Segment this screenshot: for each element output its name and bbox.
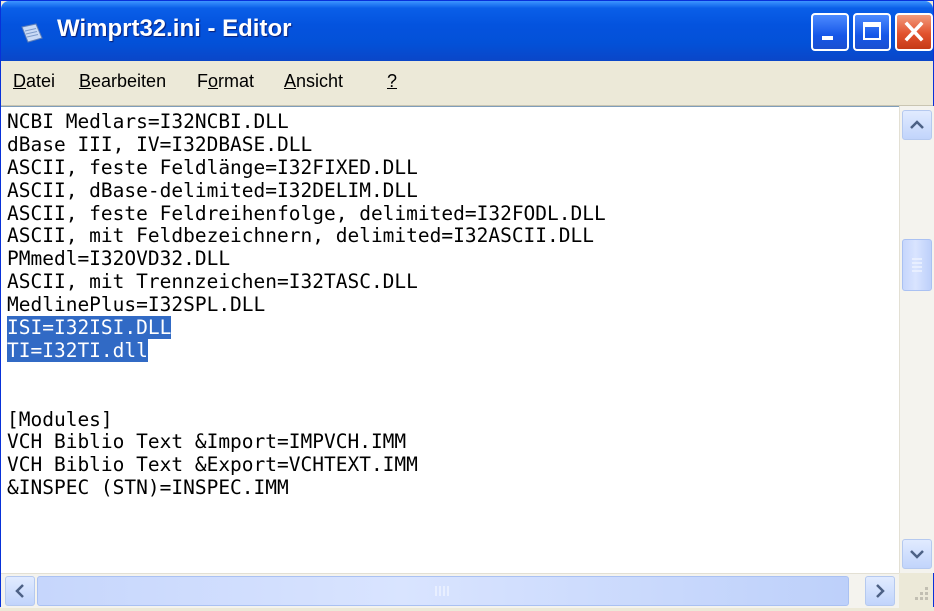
text-line: PMmedl=I32OVD32.DLL [7, 247, 897, 271]
editor-window: Wimprt32.ini - Editor Datei Bearbeiten F… [0, 0, 934, 608]
arrow-up-icon [910, 120, 924, 129]
minimize-button[interactable] [811, 13, 849, 51]
notepad-icon[interactable] [21, 23, 43, 43]
menu-bar: Datei Bearbeiten Format Ansicht ? [1, 61, 933, 106]
text-line-content: ASCII, mit Feldbezeichnern, delimited=I3… [7, 224, 594, 248]
text-line-content: ISI=I32ISI.DLL [7, 316, 172, 340]
menu-label: Datei [13, 71, 56, 91]
text-line-content: VCH Biblio Text &Export=VCHTEXT.IMM [7, 453, 418, 477]
text-line-content: VCH Biblio Text &Import=IMPVCH.IMM [7, 430, 407, 454]
arrow-left-icon [15, 584, 24, 598]
resize-grip-icon [915, 587, 928, 600]
scroll-down-button[interactable] [902, 539, 932, 569]
menu-bearbeiten[interactable]: Bearbeiten [79, 71, 166, 92]
text-content[interactable]: NCBI Medlars=I32NCBI.DLL dBase III, IV=I3… [7, 111, 897, 571]
menu-format[interactable]: Format [197, 71, 254, 92]
menu-ansicht[interactable]: Ansicht [284, 71, 343, 92]
text-line: TI=I32TI.dll [7, 338, 897, 363]
text-line: dBase III, IV=I32DBASE.DLL [7, 132, 897, 157]
maximize-button[interactable] [853, 13, 891, 51]
text-line: MedlinePlus=I32SPL.DLL [7, 293, 897, 317]
maximize-icon [863, 22, 881, 40]
window-title: Wimprt32.ini - Editor [57, 15, 292, 42]
menu-datei[interactable]: Datei [13, 71, 55, 92]
text-line-content: [Modules] [7, 407, 113, 431]
arrow-down-icon [910, 550, 924, 559]
text-line: ASCII, feste Feldreihenfolge, delimited=… [7, 201, 897, 226]
arrow-right-icon [876, 584, 885, 598]
horizontal-scroll-thumb[interactable] [37, 576, 849, 606]
text-line-content: TI=I32TI.dll [7, 338, 148, 362]
close-button[interactable] [895, 13, 933, 51]
text-line-content: ASCII, feste Feldlänge=I32FIXED.DLL [7, 155, 418, 179]
text-line-content: ASCII, feste Feldreihenfolge, delimited=… [7, 201, 606, 225]
grip-icon [435, 586, 449, 596]
menu-label: Format [197, 71, 255, 91]
text-line-content: MedlinePlus=I32SPL.DLL [7, 293, 266, 317]
text-line-content: &INSPEC (STN)=INSPEC.IMM [7, 476, 289, 500]
vertical-scroll-thumb[interactable] [902, 238, 932, 291]
text-line: ASCII, dBase-delimited=I32DELIM.DLL [7, 178, 897, 203]
vertical-scrollbar[interactable] [899, 106, 934, 573]
text-line: VCH Biblio Text &Export=VCHTEXT.IMM [7, 453, 897, 477]
menu-label: Ansicht [284, 71, 344, 91]
menu-help[interactable]: ? [387, 71, 397, 92]
text-line: &INSPEC (STN)=INSPEC.IMM [7, 476, 897, 500]
scroll-left-button[interactable] [5, 576, 35, 606]
text-line: ISI=I32ISI.DLL [7, 316, 897, 340]
text-line: VCH Biblio Text &Import=IMPVCH.IMM [7, 431, 897, 454]
text-editor[interactable]: NCBI Medlars=I32NCBI.DLL dBase III, IV=I3… [1, 106, 933, 573]
scroll-up-button[interactable] [902, 110, 932, 140]
text-line [7, 363, 897, 386]
resize-grip[interactable] [899, 573, 933, 607]
text-line-content: PMmedl=I32OVD32.DLL [7, 247, 231, 271]
text-line: NCBI Medlars=I32NCBI.DLL [7, 111, 897, 134]
text-line: ASCII, mit Feldbezeichnern, delimited=I3… [7, 225, 897, 248]
menu-label: ? [387, 71, 398, 91]
text-line [7, 386, 897, 409]
grip-icon [912, 257, 922, 272]
text-line-content: dBase III, IV=I32DBASE.DLL [7, 132, 313, 156]
text-line: ASCII, mit Trennzeichen=I32TASC.DLL [7, 270, 897, 294]
text-line: [Modules] [7, 407, 897, 432]
menu-label: Bearbeiten [79, 71, 167, 91]
horizontal-scrollbar[interactable] [1, 573, 899, 608]
text-line: ASCII, feste Feldlänge=I32FIXED.DLL [7, 155, 897, 180]
scroll-right-button[interactable] [865, 576, 895, 606]
minimize-icon [822, 36, 833, 40]
close-icon [904, 21, 924, 42]
text-line-content: ASCII, mit Trennzeichen=I32TASC.DLL [7, 270, 418, 294]
text-line-content: NCBI Medlars=I32NCBI.DLL [7, 111, 289, 133]
title-bar[interactable]: Wimprt32.ini - Editor [1, 1, 933, 61]
text-line-content: ASCII, dBase-delimited=I32DELIM.DLL [7, 178, 418, 202]
